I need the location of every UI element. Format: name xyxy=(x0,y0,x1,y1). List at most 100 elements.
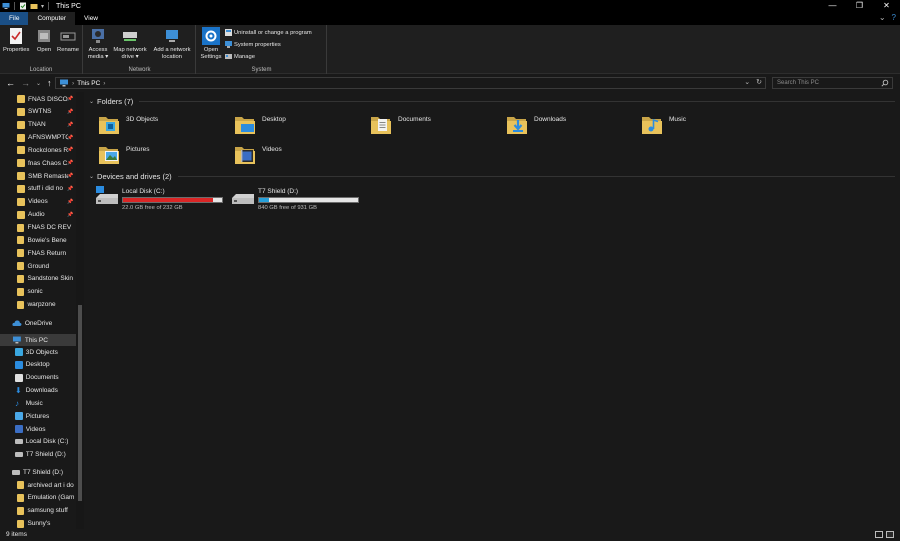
nav-this-pc-item[interactable]: Pictures xyxy=(0,410,76,422)
collapse-chevron-icon[interactable]: ⌄ xyxy=(89,98,94,105)
nav-quick-access-item[interactable]: SMB Remaste 📌 xyxy=(0,170,76,182)
breadcrumb-this-pc[interactable]: This PC xyxy=(77,80,100,87)
large-icons-view-icon[interactable] xyxy=(886,531,894,538)
expand-ribbon-icon[interactable]: ⌄ xyxy=(879,13,886,22)
up-arrow-icon[interactable]: ↑ xyxy=(47,78,52,88)
folder-item-pictures[interactable]: Pictures xyxy=(98,144,228,172)
nav-this-pc-item[interactable]: Videos xyxy=(0,423,76,435)
open-button[interactable]: Open xyxy=(33,27,55,54)
maximize-button[interactable]: ❐ xyxy=(846,0,873,12)
new-folder-quick-icon[interactable] xyxy=(30,2,38,10)
help-icon[interactable]: ? xyxy=(892,13,896,22)
details-view-icon[interactable] xyxy=(875,531,883,538)
nav-t7-item[interactable]: Emulation (Gam xyxy=(0,492,76,504)
tab-computer[interactable]: Computer xyxy=(28,12,76,25)
nav-quick-access-item[interactable]: TNAN 📌 xyxy=(0,119,76,131)
nav-quick-access-item[interactable]: Audio 📌 xyxy=(0,209,76,221)
pin-icon[interactable]: 📌 xyxy=(67,147,73,153)
customize-toolbar-icon[interactable]: ▾ xyxy=(41,3,44,10)
folder-item-desktop[interactable]: Desktop xyxy=(234,114,364,142)
content-area: ⌄ Folders (7) 3D Objects Desktop Documents… xyxy=(85,92,900,529)
rename-button[interactable]: Rename xyxy=(56,27,80,54)
search-input[interactable]: Search This PC xyxy=(772,77,893,89)
pin-icon[interactable]: 📌 xyxy=(67,96,73,102)
nav-item-label: fnas Chaos C xyxy=(28,159,68,167)
nav-t7-item[interactable]: archived art i do xyxy=(0,479,76,491)
search-icon[interactable] xyxy=(881,79,889,87)
manage-button[interactable]: Manage xyxy=(225,53,255,60)
folder-icon xyxy=(17,300,25,309)
nav-this-pc-item[interactable]: Local Disk (C:) xyxy=(0,436,76,448)
collapse-chevron-icon[interactable]: ⌄ xyxy=(89,173,94,180)
pin-icon[interactable]: 📌 xyxy=(67,186,73,192)
forward-arrow-icon[interactable]: → xyxy=(21,78,30,88)
nav-this-pc[interactable]: This PC xyxy=(0,334,76,346)
folder-item-videos[interactable]: Videos xyxy=(234,144,364,172)
uninstall-program-button[interactable]: Uninstall or change a program xyxy=(225,29,312,36)
address-dropdown-icon[interactable]: ⌄ xyxy=(744,78,750,86)
folder-item-documents[interactable]: Documents xyxy=(370,114,500,142)
add-network-location-button[interactable]: Add a network location xyxy=(150,27,194,60)
folder-item-downloads[interactable]: Downloads xyxy=(506,114,636,142)
nav-this-pc-item[interactable]: Desktop xyxy=(0,359,76,371)
folder-icon xyxy=(235,117,255,134)
tab-file[interactable]: File xyxy=(0,12,29,25)
close-button[interactable]: ✕ xyxy=(873,0,900,12)
pin-icon[interactable]: 📌 xyxy=(67,135,73,141)
nav-quick-access-item[interactable]: Ground xyxy=(0,260,76,272)
folder-item-music[interactable]: Music xyxy=(641,114,771,142)
nav-quick-access-item[interactable]: Bowie's Bene xyxy=(0,234,76,246)
nav-quick-access-item[interactable]: warpzone xyxy=(0,299,76,311)
map-network-drive-button[interactable]: Map network drive ▾ xyxy=(111,27,149,60)
back-arrow-icon[interactable]: ← xyxy=(6,78,15,88)
nav-this-pc-item[interactable]: T7 Shield (D:) xyxy=(0,449,76,461)
nav-quick-access-item[interactable]: Sandstone Skin xyxy=(0,273,76,285)
open-icon xyxy=(38,30,50,42)
nav-t7-item[interactable]: samsung stuff xyxy=(0,505,76,517)
nav-quick-access-item[interactable]: sonic xyxy=(0,286,76,298)
nav-onedrive[interactable]: OneDrive xyxy=(0,317,76,329)
nav-quick-access-item[interactable]: fnas Chaos C 📌 xyxy=(0,157,76,169)
nav-quick-access-item[interactable]: FNAS DC REV xyxy=(0,222,76,234)
pin-icon[interactable]: 📌 xyxy=(67,109,73,115)
pin-icon[interactable]: 📌 xyxy=(67,160,73,166)
drive-item-c[interactable]: Local Disk (C:) 22.0 GB free of 232 GB xyxy=(94,186,229,212)
nav-quick-access-item[interactable]: SWTNS 📌 xyxy=(0,106,76,118)
refresh-icon[interactable]: ↻ xyxy=(756,78,762,86)
tab-view[interactable]: View xyxy=(75,12,107,25)
breadcrumb-chevron-icon[interactable]: › xyxy=(103,80,105,87)
open-settings-button[interactable]: Open Settings xyxy=(198,27,224,60)
recent-locations-chevron-icon[interactable]: ⌄ xyxy=(36,80,41,87)
nav-quick-access-item[interactable]: Videos 📌 xyxy=(0,196,76,208)
nav-this-pc-item[interactable]: 3D Objects xyxy=(0,346,76,358)
nav-quick-access-item[interactable]: AFNSWMPTC 📌 xyxy=(0,132,76,144)
nav-this-pc-item[interactable]: ⬇ Downloads xyxy=(0,385,76,397)
pin-icon[interactable]: 📌 xyxy=(67,212,73,218)
nav-t7-item[interactable]: Sunny's xyxy=(0,518,76,529)
folder-icon xyxy=(17,506,25,515)
navigation-pane[interactable]: FNAS DISCOR 📌 SWTNS 📌 TNAN 📌 AFNSWMPTC 📌 Rockclo… xyxy=(0,92,85,529)
nav-scrollbar-thumb[interactable] xyxy=(78,305,82,501)
address-bar[interactable]: › This PC › ⌄ ↻ xyxy=(55,77,766,89)
nav-t7-shield[interactable]: T7 Shield (D:) xyxy=(0,466,76,478)
system-properties-button[interactable]: System properties xyxy=(225,41,281,48)
nav-quick-access-item[interactable]: stuff i did no 📌 xyxy=(0,183,76,195)
nav-quick-access-item[interactable]: FNAS Return xyxy=(0,247,76,259)
pin-icon[interactable]: 📌 xyxy=(67,199,73,205)
breadcrumb-separator-icon[interactable]: › xyxy=(72,80,74,87)
pin-icon[interactable]: 📌 xyxy=(67,173,73,179)
minimize-button[interactable]: — xyxy=(819,0,846,12)
nav-this-pc-item[interactable]: Documents xyxy=(0,372,76,384)
pin-icon[interactable]: 📌 xyxy=(67,122,73,128)
drive-item-d[interactable]: T7 Shield (D:) 840 GB free of 931 GB xyxy=(230,186,365,212)
properties-button[interactable]: Properties xyxy=(3,27,29,54)
nav-this-pc-item[interactable]: ♪ Music xyxy=(0,397,76,409)
nav-quick-access-item[interactable]: FNAS DISCOR 📌 xyxy=(0,93,76,105)
folder-item-3d-objects[interactable]: 3D Objects xyxy=(98,114,228,142)
folders-section-header[interactable]: ⌄ Folders (7) xyxy=(89,97,895,106)
drives-section-header[interactable]: ⌄ Devices and drives (2) xyxy=(89,172,895,181)
access-media-button[interactable]: Access media ▾ xyxy=(85,27,111,60)
drives-header-label: Devices and drives (2) xyxy=(97,172,172,181)
properties-quick-icon[interactable] xyxy=(19,2,27,10)
nav-quick-access-item[interactable]: Rockclones R 📌 xyxy=(0,144,76,156)
